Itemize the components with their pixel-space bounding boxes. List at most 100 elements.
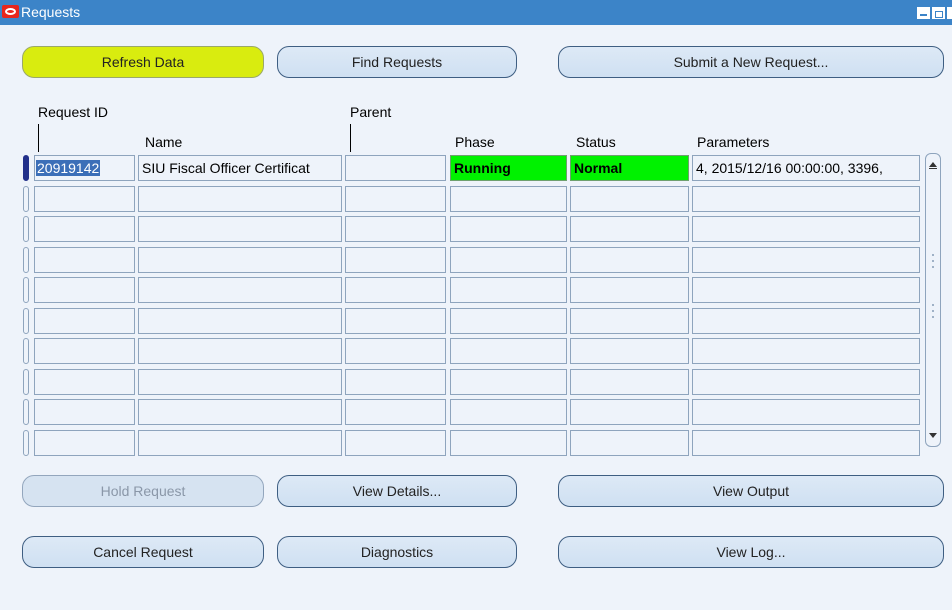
name-cell[interactable]: SIU Fiscal Officer Certificat	[138, 155, 342, 181]
parent-cell[interactable]	[345, 399, 446, 425]
column-header-parameters: Parameters	[697, 134, 770, 150]
parameters-cell[interactable]	[692, 307, 920, 334]
scroll-grip-icon	[932, 304, 934, 306]
phase-cell[interactable]	[450, 368, 567, 395]
column-header-parent: Parent	[350, 104, 392, 120]
parameters-cell[interactable]	[692, 429, 920, 456]
request-id-cell[interactable]	[34, 429, 135, 456]
status-cell[interactable]	[570, 429, 689, 456]
parameters-cell[interactable]	[692, 277, 920, 303]
status-cell[interactable]	[570, 216, 689, 242]
find-requests-button[interactable]: Find Requests	[277, 46, 517, 78]
request-id-value: 20919142	[36, 160, 101, 176]
parameters-cell[interactable]	[692, 216, 920, 242]
column-header-phase: Phase	[455, 134, 495, 150]
status-cell[interactable]	[570, 277, 689, 303]
column-header-request-id: Request ID	[38, 104, 109, 120]
parameters-cell[interactable]	[692, 399, 920, 425]
name-cell[interactable]	[138, 368, 342, 395]
parameters-cell[interactable]	[692, 246, 920, 273]
request-id-cell[interactable]: 20919142	[34, 155, 135, 181]
maximize-icon[interactable]	[932, 7, 945, 19]
status-cell[interactable]	[570, 246, 689, 273]
header-divider	[38, 124, 39, 152]
table-scrollbar[interactable]	[925, 153, 941, 447]
parent-cell[interactable]	[345, 338, 446, 364]
request-id-cell[interactable]	[34, 368, 135, 395]
request-id-cell[interactable]	[34, 216, 135, 242]
phase-cell[interactable]	[450, 185, 567, 212]
status-cell[interactable]	[570, 338, 689, 364]
parent-cell[interactable]	[345, 216, 446, 242]
parameters-cell[interactable]	[692, 185, 920, 212]
request-id-cell[interactable]	[34, 399, 135, 425]
status-cell[interactable]	[570, 399, 689, 425]
status-cell[interactable]: Normal	[570, 155, 689, 181]
oracle-logo-icon	[2, 5, 19, 18]
scroll-grip-icon	[932, 310, 934, 312]
status-cell[interactable]	[570, 185, 689, 212]
name-cell[interactable]	[138, 185, 342, 212]
parameters-cell[interactable]	[692, 368, 920, 395]
close-icon[interactable]	[947, 7, 952, 19]
parent-cell[interactable]	[345, 307, 446, 334]
status-cell[interactable]	[570, 368, 689, 395]
parameters-cell[interactable]	[692, 338, 920, 364]
parent-cell[interactable]	[345, 277, 446, 303]
parent-cell[interactable]	[345, 185, 446, 212]
parent-cell[interactable]	[345, 429, 446, 456]
request-id-cell[interactable]	[34, 338, 135, 364]
view-details-button[interactable]: View Details...	[277, 475, 517, 507]
phase-cell[interactable]	[450, 307, 567, 334]
row-indicator-current[interactable]	[23, 155, 29, 181]
row-indicator[interactable]	[23, 399, 29, 425]
request-id-cell[interactable]	[34, 185, 135, 212]
column-header-name: Name	[145, 134, 183, 150]
window-title: Requests	[21, 4, 81, 20]
name-cell[interactable]	[138, 246, 342, 273]
parameters-cell[interactable]: 4, 2015/12/16 00:00:00, 3396,	[692, 155, 920, 181]
phase-cell[interactable]	[450, 429, 567, 456]
phase-cell[interactable]: Running	[450, 155, 567, 181]
name-cell[interactable]	[138, 216, 342, 242]
row-indicator[interactable]	[23, 277, 29, 303]
request-id-cell[interactable]	[34, 246, 135, 273]
view-log-button[interactable]: View Log...	[558, 536, 944, 568]
refresh-data-button[interactable]: Refresh Data	[22, 46, 264, 78]
scroll-down-icon[interactable]	[929, 433, 937, 438]
minimize-icon[interactable]	[917, 7, 930, 19]
view-output-button[interactable]: View Output	[558, 475, 944, 507]
parent-cell[interactable]	[345, 246, 446, 273]
phase-cell[interactable]	[450, 399, 567, 425]
name-cell[interactable]	[138, 338, 342, 364]
row-indicator[interactable]	[23, 216, 29, 242]
phase-cell[interactable]	[450, 277, 567, 303]
parent-cell[interactable]	[345, 155, 446, 181]
hold-request-button[interactable]: Hold Request	[22, 475, 264, 507]
row-indicator[interactable]	[23, 429, 29, 456]
scroll-grip-icon	[932, 254, 934, 256]
request-id-cell[interactable]	[34, 277, 135, 303]
row-indicator[interactable]	[23, 307, 29, 334]
name-cell[interactable]	[138, 277, 342, 303]
row-indicator[interactable]	[23, 368, 29, 395]
scroll-grip-icon	[932, 266, 934, 268]
phase-cell[interactable]	[450, 246, 567, 273]
name-cell[interactable]	[138, 399, 342, 425]
window-titlebar: Requests	[0, 0, 952, 25]
name-cell[interactable]	[138, 307, 342, 334]
name-cell[interactable]	[138, 429, 342, 456]
cancel-request-button[interactable]: Cancel Request	[22, 536, 264, 568]
row-indicator[interactable]	[23, 246, 29, 273]
scroll-up-icon[interactable]	[929, 162, 937, 169]
parent-cell[interactable]	[345, 368, 446, 395]
phase-cell[interactable]	[450, 216, 567, 242]
request-id-cell[interactable]	[34, 307, 135, 334]
scroll-grip-icon	[932, 260, 934, 262]
submit-new-request-button[interactable]: Submit a New Request...	[558, 46, 944, 78]
row-indicator[interactable]	[23, 338, 29, 364]
status-cell[interactable]	[570, 307, 689, 334]
diagnostics-button[interactable]: Diagnostics	[277, 536, 517, 568]
row-indicator[interactable]	[23, 185, 29, 212]
phase-cell[interactable]	[450, 338, 567, 364]
